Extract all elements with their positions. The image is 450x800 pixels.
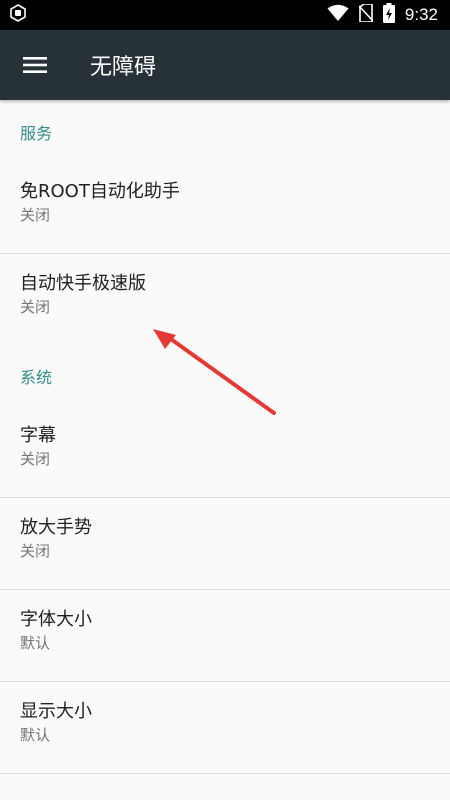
- section-header-services: 服务: [20, 124, 53, 143]
- list-item-captions[interactable]: 字幕 关闭: [0, 406, 450, 498]
- item-summary: 默认: [20, 634, 51, 652]
- item-title: 自动快手极速版: [20, 273, 146, 294]
- wifi-icon: [327, 4, 349, 26]
- list-item-kuaishou-lite[interactable]: 自动快手极速版 关闭: [0, 254, 450, 346]
- item-title: 显示大小: [20, 701, 92, 722]
- notification-badge-icon: [10, 4, 26, 26]
- list-item-font-size[interactable]: 字体大小 默认: [0, 590, 450, 682]
- item-title: 字幕: [20, 425, 56, 446]
- item-title: 放大手势: [20, 517, 92, 538]
- battery-charging-icon: [382, 3, 395, 27]
- section-header-system: 系统: [20, 368, 53, 387]
- item-title: 免ROOT自动化助手: [20, 181, 180, 202]
- item-summary: 关闭: [20, 298, 51, 316]
- item-title: 字体大小: [20, 609, 92, 630]
- list-item-auto-helper[interactable]: 免ROOT自动化助手 关闭: [0, 162, 450, 254]
- item-summary: 默认: [20, 726, 51, 744]
- item-summary: 关闭: [20, 450, 51, 468]
- status-bar: 9:32: [0, 0, 450, 30]
- item-summary: 关闭: [20, 542, 51, 560]
- no-sim-icon: [358, 3, 374, 26]
- app-bar: 无障碍: [0, 30, 450, 100]
- list-item-display-size[interactable]: 显示大小 默认: [0, 682, 450, 774]
- list-item-magnification-gesture[interactable]: 放大手势 关闭: [0, 498, 450, 590]
- item-summary: 关闭: [20, 206, 51, 224]
- page-title: 无障碍: [90, 55, 157, 80]
- hamburger-menu-icon[interactable]: [22, 52, 48, 78]
- status-clock: 9:32: [404, 5, 438, 24]
